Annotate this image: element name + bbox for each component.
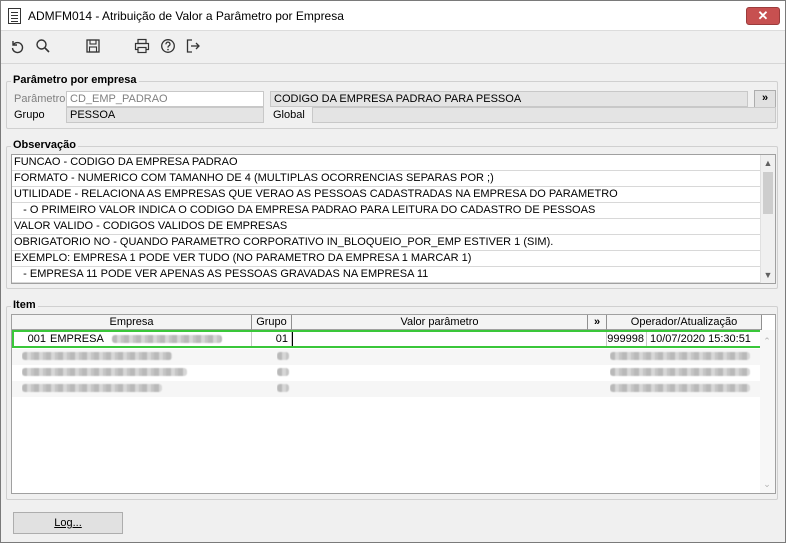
observacao-group-legend: Observação (11, 139, 78, 151)
observacao-line: EXEMPLO: EMPRESA 1 PODE VER TUDO (NO PAR… (12, 251, 775, 267)
redacted-cell (277, 365, 292, 381)
print-button[interactable] (131, 35, 153, 57)
global-label: Global (273, 109, 305, 121)
toolbar (1, 31, 785, 61)
parametro-field[interactable]: CD_EMP_PADRAO (66, 91, 264, 107)
observacao-line: - EMPRESA 11 PODE VER APENAS AS PESSOAS … (12, 267, 775, 283)
observacao-scrollbar[interactable]: ▲ ▼ (760, 155, 775, 283)
operador-cell: 999998 (607, 332, 647, 348)
help-button[interactable] (157, 35, 179, 57)
redacted-text (22, 384, 162, 393)
table-row[interactable] (12, 381, 760, 397)
close-button[interactable]: ✕ (746, 7, 780, 25)
window-title: ADMFM014 - Atribuição de Valor a Parâmet… (28, 9, 344, 23)
redacted-cell (22, 365, 252, 381)
main-window: ADMFM014 - Atribuição de Valor a Parâmet… (0, 0, 786, 543)
search-button[interactable] (32, 35, 54, 57)
item-group-legend: Item (11, 299, 38, 311)
table-row[interactable] (12, 365, 760, 381)
redacted-text (22, 368, 187, 377)
save-button[interactable] (82, 35, 104, 57)
scroll-down-icon[interactable]: ⌄ (760, 477, 774, 491)
scroll-up-icon[interactable]: ⌃ (760, 334, 774, 348)
toolbar-separator (1, 63, 785, 64)
grupo-label: Grupo (14, 109, 45, 121)
atualizacao-cell: 10/07/2020 15:30:51 (650, 333, 751, 345)
exit-button[interactable] (182, 35, 204, 57)
parametro-expand-button[interactable]: » (754, 90, 776, 108)
redacted-cell (610, 365, 755, 381)
redacted-cell (610, 349, 755, 365)
save-icon (86, 39, 100, 53)
redacted-text (277, 352, 289, 361)
redacted-cell (22, 381, 252, 397)
search-icon (36, 39, 50, 53)
item-grid-header: Empresa Grupo Valor parâmetro » Operador… (12, 315, 762, 330)
grupo-cell: 01 (252, 332, 292, 348)
title-bar: ADMFM014 - Atribuição de Valor a Parâmet… (1, 1, 785, 31)
table-row[interactable]: 001 EMPRESA 01 999998 10/07/2020 15:30:5… (12, 332, 760, 348)
parametro-group-legend: Parâmetro por empresa (11, 74, 139, 86)
observacao-text[interactable]: FUNCAO - CODIGO DA EMPRESA PADRAO FORMAT… (11, 154, 776, 284)
column-header-grupo[interactable]: Grupo (252, 315, 292, 330)
observacao-line: OBRIGATORIO NO - QUANDO PARAMETRO CORPOR… (12, 235, 775, 251)
valor-cell[interactable] (292, 332, 607, 348)
redacted-text (277, 384, 289, 393)
observacao-line: - O PRIMEIRO VALOR INDICA O CODIGO DA EM… (12, 203, 775, 219)
table-row[interactable] (12, 349, 760, 365)
column-header-valor[interactable]: Valor parâmetro (292, 315, 588, 330)
redacted-text (22, 352, 172, 361)
parametro-label: Parâmetro (14, 93, 66, 105)
observacao-line: UTILIDADE - RELACIONA AS EMPRESAS QUE VE… (12, 187, 775, 203)
redacted-text (112, 335, 223, 344)
item-grid-scrollbar[interactable]: ⌃ ⌄ (760, 330, 775, 493)
grupo-field: PESSOA (66, 107, 264, 123)
empresa-name-cell: EMPRESA (48, 332, 252, 348)
redacted-cell (277, 381, 292, 397)
undo-button[interactable] (6, 35, 28, 57)
redacted-cell (610, 381, 755, 397)
parametro-description-field: CODIGO DA EMPRESA PADRAO PARA PESSOA (270, 91, 748, 107)
global-field (312, 107, 776, 123)
document-icon (8, 8, 21, 24)
log-button[interactable]: Log... (13, 512, 123, 534)
observacao-line: VALOR VALIDO - CODIGOS VALIDOS DE EMPRES… (12, 219, 775, 235)
redacted-text (610, 384, 750, 393)
redacted-cell (22, 349, 252, 365)
column-header-empresa[interactable]: Empresa (12, 315, 252, 330)
redacted-text (610, 352, 750, 361)
observacao-line: FORMATO - NUMERICO COM TAMANHO DE 4 (MUL… (12, 171, 775, 187)
redacted-text (610, 368, 750, 377)
scroll-thumb[interactable] (763, 172, 773, 214)
undo-icon (11, 41, 24, 54)
exit-icon (186, 39, 200, 53)
redacted-text (277, 368, 289, 377)
column-header-operador[interactable]: Operador/Atualização (607, 315, 762, 330)
empresa-code-cell: 001 (27, 333, 46, 345)
scroll-down-icon[interactable]: ▼ (761, 267, 775, 283)
log-button-label: Log... (54, 517, 82, 529)
print-icon (134, 38, 150, 54)
help-icon (161, 39, 175, 53)
scroll-up-icon[interactable]: ▲ (761, 155, 775, 171)
empresa-name-text: EMPRESA (50, 333, 104, 345)
column-header-expand[interactable]: » (588, 315, 607, 330)
observacao-line: FUNCAO - CODIGO DA EMPRESA PADRAO (12, 155, 775, 171)
item-grid[interactable]: Empresa Grupo Valor parâmetro » Operador… (11, 314, 776, 494)
redacted-cell (277, 349, 292, 365)
